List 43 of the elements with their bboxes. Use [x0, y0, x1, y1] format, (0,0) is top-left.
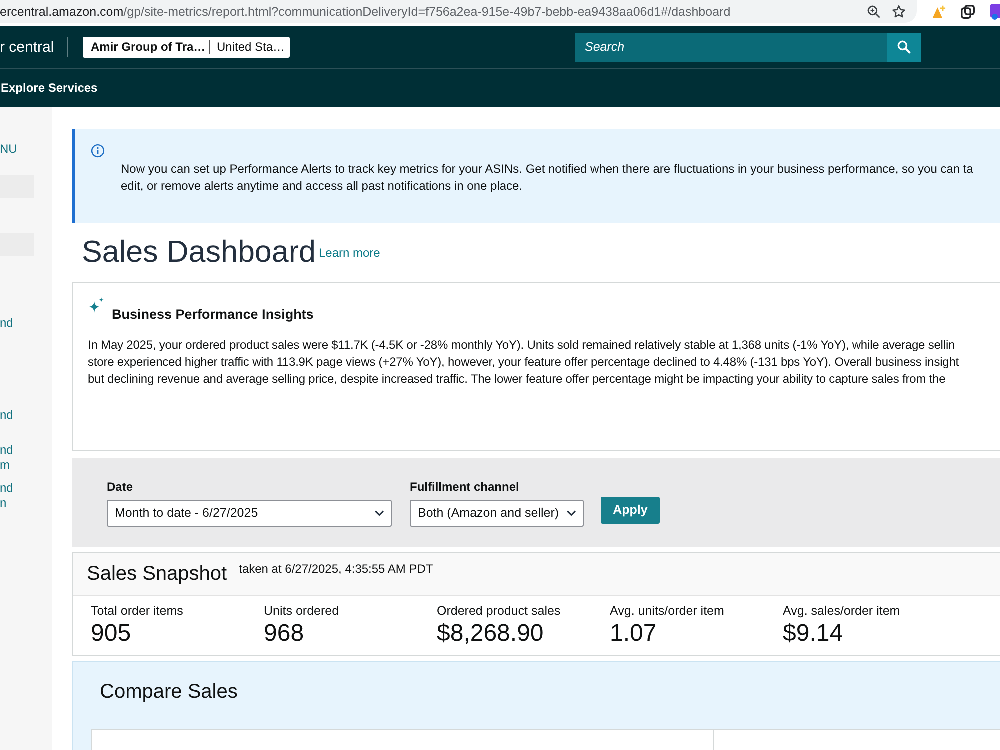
sidebar-link[interactable]: nd [0, 408, 52, 423]
snapshot-timestamp: taken at 6/27/2025, 4:35:55 AM PDT [239, 562, 434, 576]
brand-name[interactable]: r central [0, 38, 52, 56]
dropdown[interactable]: Both (Amazon and seller) [410, 500, 584, 527]
overlapping-squares-icon[interactable] [961, 5, 976, 19]
field-label: Fulfillment channel [410, 480, 520, 494]
account-switcher[interactable]: Amir Group of Tra… United Sta… [83, 36, 290, 58]
metric-label: Units ordered [264, 604, 340, 618]
sparkle-icon [88, 296, 105, 314]
insights-title: Business Performance Insights [112, 306, 314, 323]
info-icon [91, 144, 105, 158]
sidebar-link[interactable]: nd m [0, 443, 52, 473]
search-button[interactable] [887, 32, 921, 62]
metric-value: 905 [91, 620, 132, 648]
metric-value: $9.14 [783, 620, 844, 648]
metric-value: $8,268.90 [437, 620, 545, 648]
metric-label: Total order items [91, 604, 184, 618]
zoom-in-icon[interactable] [867, 4, 882, 18]
sidebar-link[interactable]: nd [0, 316, 52, 331]
metric-label: Avg. sales/order item [783, 604, 902, 618]
learn-more-link[interactable]: Learn more [318, 246, 380, 260]
dropdown[interactable]: Month to date - 6/27/2025 [107, 500, 392, 527]
metric-value: 968 [264, 620, 306, 648]
metric-label: Avg. units/order item [610, 604, 726, 618]
search-field[interactable]: Search [575, 32, 887, 62]
section-title: Compare Sales [100, 680, 239, 704]
metric-value: 1.07 [610, 620, 658, 648]
apply-button[interactable]: Apply [601, 496, 660, 524]
field-label: Date [107, 480, 134, 494]
section-title: Sales Snapshot [87, 562, 228, 586]
metric-label: Ordered product sales [437, 604, 562, 618]
insights-paragraph: In May 2025, your ordered product sales were $11.7K (-4.5K or -28% monthly YoY). Units sold remained relatively stable at 1,368 units (-1% YoY), while average sellin store experienced higher traffic with 113.9K page views (+27% YoY), however, your feature offer percentage declined to 4.48% (-131 bps YoY). Overall business insight but declining revenue and average selling price, despite increased traffic. The lower feature offer percentage might be impacting your ability to capture sales from the [88, 336, 960, 388]
page-title: Sales Dashboard [82, 234, 316, 270]
nav-menu-item[interactable]: Explore Services [1, 81, 98, 95]
tile-icon[interactable] [990, 4, 1000, 20]
chevron-down-icon [566, 510, 577, 517]
address-bar[interactable]: ercentral.amazon.com/gp/site-metrics/report.html?communicationDeliveryId=f756a2ea-915e-49b7-bebb-ea9438aa06d1#/dashboard [0, 0, 918, 23]
star-icon[interactable] [892, 4, 906, 18]
info-message: Now you can set up Performance Alerts to track key metrics for your ASINs. Get notified when there are fluctuations in your business performance, so you can ta edit, or remove alerts anytime and access all past notifications in one place. [121, 161, 974, 195]
search-icon [897, 40, 911, 54]
sidebar-link[interactable]: nd n [0, 481, 52, 511]
chevron-down-icon [374, 510, 385, 517]
sidebar-link[interactable]: NU [0, 142, 52, 157]
